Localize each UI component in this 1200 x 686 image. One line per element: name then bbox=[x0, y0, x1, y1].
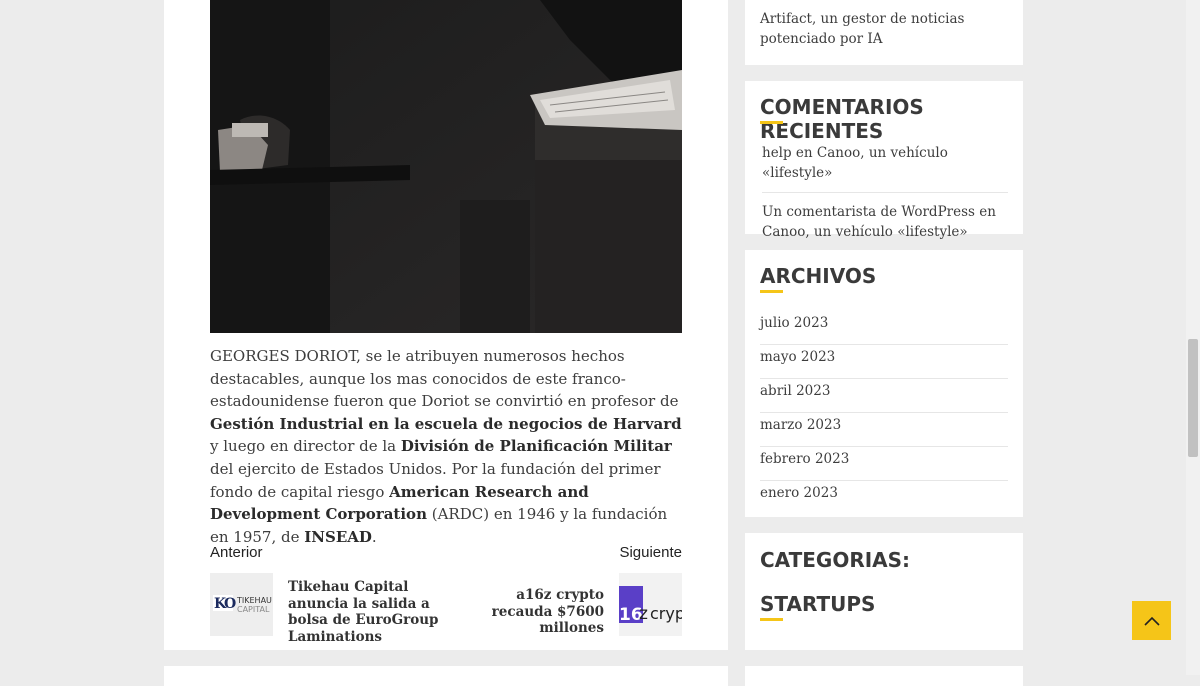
title-underline bbox=[760, 121, 783, 124]
prev-thumb-logo: K O TIKEHAU CAPITAL bbox=[210, 573, 273, 636]
recent-comments-widget: COMENTARIOS RECIENTES help en Canoo, un … bbox=[745, 81, 1023, 240]
prev-label: Anterior bbox=[210, 544, 263, 561]
text-1: GEORGES DORIOT, se le atribuyen numeroso… bbox=[210, 347, 679, 411]
scrollbar[interactable] bbox=[1186, 0, 1200, 675]
recent-comments-title: COMENTARIOS RECIENTES bbox=[760, 95, 924, 143]
article-photo bbox=[210, 0, 682, 333]
svg-text:O: O bbox=[224, 596, 236, 612]
prev-post-link[interactable]: Tikehau Capital anuncia la salida a bols… bbox=[288, 579, 448, 645]
categories-subtitle[interactable]: STARTUPS bbox=[760, 592, 875, 616]
archive-item[interactable]: febrero 2023 bbox=[760, 447, 1008, 481]
prev-thumbnail[interactable]: K O TIKEHAU CAPITAL bbox=[210, 573, 273, 636]
svg-text:TIKEHAU: TIKEHAU bbox=[236, 596, 272, 605]
title-underline bbox=[760, 290, 783, 293]
bold-harvard: Gestión Industrial en la escuela de nego… bbox=[210, 414, 682, 433]
next-label: Siguiente bbox=[619, 544, 682, 561]
scrollbar-thumb[interactable] bbox=[1188, 339, 1198, 457]
svg-text:crypt: crypt bbox=[650, 604, 682, 623]
svg-text:z: z bbox=[639, 604, 648, 624]
post-navigation: Anterior Siguiente K O TIKEHAU CAPITAL T… bbox=[210, 544, 682, 645]
archive-item[interactable]: abril 2023 bbox=[760, 379, 1008, 413]
categories-widget: CATEGORIAS: STARTUPS bbox=[745, 533, 1023, 650]
scroll-top-button[interactable] bbox=[1132, 601, 1171, 640]
archive-item[interactable]: marzo 2023 bbox=[760, 413, 1008, 447]
next-thumbnail[interactable]: 16 z crypt bbox=[619, 573, 682, 636]
archive-item[interactable]: mayo 2023 bbox=[760, 345, 1008, 379]
archive-item[interactable]: enero 2023 bbox=[760, 481, 1008, 515]
article-paragraph: GEORGES DORIOT, se le atribuyen numeroso… bbox=[210, 345, 685, 548]
comments-list: help en Canoo, un vehículo «lifestyle» U… bbox=[762, 143, 1008, 242]
title-underline bbox=[760, 618, 783, 621]
next-card bbox=[164, 666, 728, 686]
recent-post-link[interactable]: Artifact, un gestor de noticias potencia… bbox=[760, 9, 1015, 49]
next-post-link[interactable]: a16z crypto recauda $7600 millones bbox=[458, 587, 604, 637]
photo-illustration bbox=[210, 0, 682, 333]
next-widget bbox=[745, 666, 1023, 686]
archive-item[interactable]: julio 2023 bbox=[760, 311, 1008, 345]
chevron-up-icon bbox=[1143, 616, 1160, 626]
archives-list: julio 2023 mayo 2023 abril 2023 marzo 20… bbox=[760, 311, 1008, 515]
archives-widget: ARCHIVOS julio 2023 mayo 2023 abril 2023… bbox=[745, 250, 1023, 517]
bold-division: División de Planificación Militar bbox=[400, 437, 672, 456]
text-2: y luego en director de la bbox=[210, 437, 401, 456]
categories-title: CATEGORIAS: bbox=[760, 548, 911, 572]
comment-item[interactable]: help en Canoo, un vehículo «lifestyle» bbox=[762, 143, 1008, 193]
comment-item[interactable]: Un comentarista de WordPress en Canoo, u… bbox=[762, 193, 1008, 242]
recent-posts-widget: Artifact, un gestor de noticias potencia… bbox=[745, 0, 1023, 65]
next-thumb-logo: 16 z crypt bbox=[619, 573, 682, 636]
svg-text:CAPITAL: CAPITAL bbox=[237, 605, 270, 614]
archives-title: ARCHIVOS bbox=[760, 264, 877, 288]
